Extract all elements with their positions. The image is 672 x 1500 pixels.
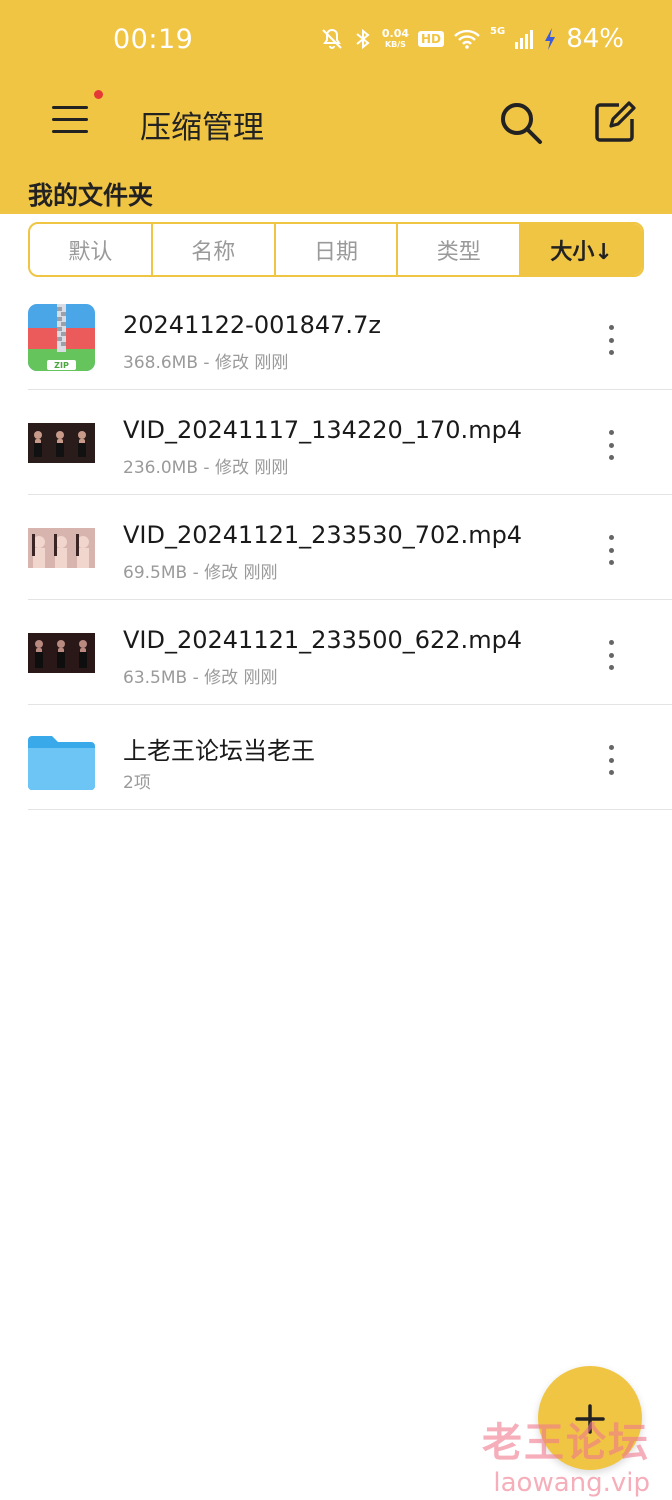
signal-label: 5G (490, 26, 506, 37)
watermark-line2: laowang.vip (493, 1468, 650, 1498)
video-thumbnail (28, 423, 95, 463)
hd-badge: HD (418, 31, 445, 47)
more-options-icon[interactable] (596, 745, 626, 775)
mute-bell-icon (322, 28, 342, 49)
file-name: 20241122-001847.7z (123, 311, 381, 339)
more-options-icon[interactable] (596, 430, 626, 460)
file-meta: 63.5MB - 修改 刚刚 (123, 668, 278, 688)
folder-title: 我的文件夹 (28, 181, 154, 210)
file-name: VID_20241117_134220_170.mp4 (123, 416, 523, 444)
divider (28, 809, 672, 810)
video-thumbnail (28, 633, 95, 673)
wifi-icon (454, 29, 480, 49)
list-item[interactable]: VID_20241117_134220_170.mp4 236.0MB - 修改… (0, 390, 672, 495)
video-thumbnail (28, 528, 95, 568)
plus-icon (575, 1404, 605, 1434)
add-button[interactable] (538, 1366, 642, 1470)
list-item[interactable]: VID_20241121_233500_622.mp4 63.5MB - 修改 … (0, 600, 672, 705)
file-name: VID_20241121_233500_622.mp4 (123, 626, 523, 654)
file-meta: 69.5MB - 修改 刚刚 (123, 563, 278, 583)
file-meta: 236.0MB - 修改 刚刚 (123, 458, 289, 478)
charging-icon (545, 28, 556, 50)
sort-tab-size[interactable]: 大小↓ (521, 224, 642, 275)
status-icons: 0.04 KB/S HD 5G 84% (320, 22, 624, 56)
notification-dot (94, 90, 103, 99)
file-name: 上老王论坛当老王 (123, 737, 315, 765)
file-list: ZIP 20241122-001847.7z 368.6MB - 修改 刚刚 V… (0, 285, 672, 810)
more-options-icon[interactable] (596, 535, 626, 565)
sort-tab-date[interactable]: 日期 (276, 224, 399, 275)
file-meta: 368.6MB - 修改 刚刚 (123, 353, 289, 373)
bluetooth-icon (356, 28, 370, 50)
page-title: 压缩管理 (140, 110, 264, 146)
search-icon[interactable] (498, 100, 544, 146)
net-speed-unit: KB/S (384, 40, 406, 49)
sort-tabs: 默认 名称 日期 类型 大小↓ (28, 222, 644, 277)
zip-archive-icon: ZIP (28, 304, 95, 371)
battery-percent: 84% (566, 24, 624, 54)
file-name: VID_20241121_233530_702.mp4 (123, 521, 523, 549)
more-options-icon[interactable] (596, 640, 626, 670)
signal-bars-icon (515, 30, 534, 49)
menu-icon[interactable] (48, 100, 92, 140)
status-time: 00:19 (113, 24, 194, 55)
sort-tab-name[interactable]: 名称 (153, 224, 276, 275)
sort-tab-default[interactable]: 默认 (30, 224, 153, 275)
list-item[interactable]: ZIP 20241122-001847.7z 368.6MB - 修改 刚刚 (0, 285, 672, 390)
list-item[interactable]: VID_20241121_233530_702.mp4 69.5MB - 修改 … (0, 495, 672, 600)
list-item[interactable]: 上老王论坛当老王 2项 (0, 705, 672, 810)
folder-icon (28, 736, 95, 790)
edit-icon[interactable] (593, 100, 637, 144)
file-meta: 2项 (123, 773, 151, 793)
more-options-icon[interactable] (596, 325, 626, 355)
zip-icon-label: ZIP (54, 361, 69, 370)
net-speed: 0.04 KB/S (382, 28, 409, 50)
net-speed-value: 0.04 (381, 27, 410, 40)
sort-tab-type[interactable]: 类型 (398, 224, 522, 275)
